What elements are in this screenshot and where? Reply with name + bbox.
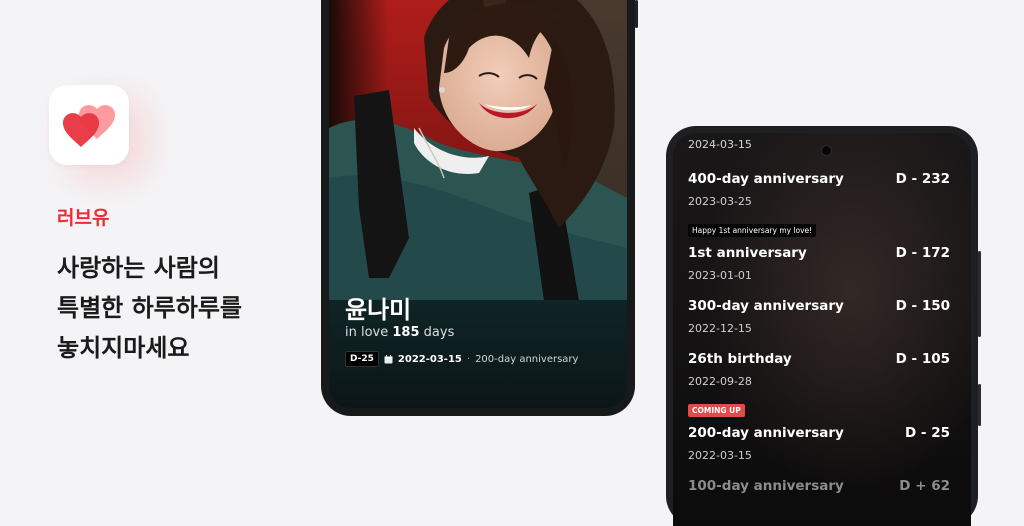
heart-icon <box>63 105 115 147</box>
headline-line: 사랑하는 사람의 <box>57 254 220 282</box>
headline-line: 특별한 하루하루를 <box>57 294 242 322</box>
phone-side-button <box>978 384 981 426</box>
app-icon <box>49 85 129 165</box>
couple-screen: 윤나미 in love 185 days D-25 2022-03-15 · 2… <box>329 0 627 408</box>
anniversary-item[interactable]: 1st anniversary 2023-01-01 D - 172 <box>688 245 950 282</box>
anniversary-date: 2023-01-01 <box>688 269 752 282</box>
promo-headline: 사랑하는 사람의 특별한 하루하루를 놓치지마세요 <box>57 248 242 368</box>
anniversary-dday: D - 172 <box>895 245 950 261</box>
anniversary-item[interactable]: 26th birthday 2022-09-28 D - 105 <box>688 351 950 388</box>
anniversary-item[interactable]: 400-day anniversary 2023-03-25 D - 232 <box>688 171 950 208</box>
memo-tag: Happy 1st anniversary my love! <box>688 224 817 237</box>
separator: · <box>466 353 471 365</box>
phone-anniversary-screen: 2024-03-15 400-day anniversary 2023-03-2… <box>666 126 981 526</box>
list-date: 2024-03-15 <box>688 138 752 151</box>
love-prefix: in love <box>345 325 389 340</box>
love-days-count: 185 <box>392 325 420 340</box>
phone-side-button <box>635 0 638 28</box>
anniversary-date: 2022-03-15 <box>688 449 752 462</box>
headline-line: 놓치지마세요 <box>57 334 190 362</box>
event-date: 2022-03-15 <box>397 353 462 365</box>
anniversary-list-screen: 2024-03-15 400-day anniversary 2023-03-2… <box>673 133 971 526</box>
anniversary-dday: D - 232 <box>895 171 950 187</box>
couple-photo[interactable] <box>329 0 627 301</box>
phone-couple-screen: 윤나미 in love 185 days D-25 2022-03-15 · 2… <box>321 0 638 416</box>
love-days-text: in love 185 days <box>345 325 454 340</box>
dday-badge: D-25 <box>345 351 379 367</box>
next-event-row[interactable]: D-25 2022-03-15 · 200-day anniversary <box>345 351 578 367</box>
anniversary-item[interactable]: 300-day anniversary 2022-12-15 D - 150 <box>688 298 950 335</box>
anniversary-dday: D + 62 <box>899 478 950 494</box>
partner-name: 윤나미 <box>345 296 412 324</box>
anniversary-dday: D - 25 <box>905 425 950 441</box>
anniversary-date: 2023-03-25 <box>688 195 752 208</box>
phone-side-button <box>978 251 981 337</box>
anniversary-item[interactable]: 100-day anniversary D + 62 <box>688 478 950 494</box>
anniversary-item[interactable]: 200-day anniversary 2022-03-15 D - 25 <box>688 425 950 462</box>
anniversary-dday: D - 105 <box>895 351 950 367</box>
calendar-icon <box>384 354 393 363</box>
coming-up-badge: COMING UP <box>688 404 745 417</box>
brand-name: 러브유 <box>57 207 110 229</box>
anniversary-date: 2022-12-15 <box>688 322 752 335</box>
love-suffix: days <box>423 325 455 340</box>
anniversary-dday: D - 150 <box>895 298 950 314</box>
event-label: 200-day anniversary <box>475 353 579 365</box>
anniversary-date: 2022-09-28 <box>688 375 752 388</box>
front-camera <box>821 145 832 156</box>
